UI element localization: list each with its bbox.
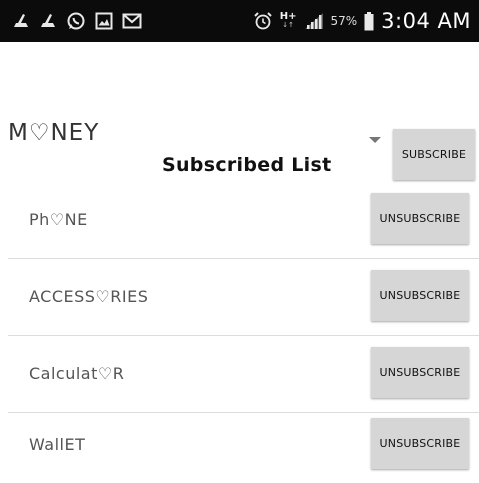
status-bar: H+ ↓↑ 57% 3:04 AM xyxy=(0,0,479,42)
unsubscribe-button[interactable]: UNSUBSCRIBE xyxy=(371,347,469,398)
list-title: Subscribed List xyxy=(162,154,332,176)
gallery-icon xyxy=(95,12,113,30)
list-item: WallET UNSUBSCRIBE xyxy=(0,406,479,483)
category-spinner-value: M♡NEY xyxy=(8,120,100,146)
list-item: Calculat♡R UNSUBSCRIBE xyxy=(0,335,479,412)
notification-sweep-icon xyxy=(12,12,30,30)
unsubscribe-button[interactable]: UNSUBSCRIBE xyxy=(371,193,469,244)
dropdown-triangle-icon[interactable] xyxy=(369,137,381,143)
network-type: H+ ↓↑ xyxy=(279,11,297,30)
unsubscribe-button[interactable]: UNSUBSCRIBE xyxy=(371,418,469,469)
notification-sweep-icon xyxy=(39,12,57,30)
list-item: ACCESS♡RIES UNSUBSCRIBE xyxy=(0,258,479,335)
unsubscribe-button[interactable]: UNSUBSCRIBE xyxy=(371,270,469,321)
system-icons: H+ ↓↑ 57% 3:04 AM xyxy=(253,9,471,33)
list-item-label: Calculat♡R xyxy=(29,364,125,383)
list-item-label: Ph♡NE xyxy=(29,210,88,229)
whatsapp-icon xyxy=(66,11,86,31)
gmail-icon xyxy=(122,13,142,29)
subscribe-button[interactable]: SUBSCRIBE xyxy=(393,129,475,180)
list-item: Ph♡NE UNSUBSCRIBE xyxy=(0,181,479,258)
list-item-label: WallET xyxy=(29,435,86,454)
signal-bars-icon xyxy=(304,12,324,30)
category-spinner[interactable]: M♡NEY xyxy=(8,120,99,146)
battery-percent: 57% xyxy=(330,14,358,28)
battery-icon xyxy=(364,11,374,31)
list-item-label: ACCESS♡RIES xyxy=(29,287,149,306)
alarm-icon xyxy=(253,11,273,31)
notification-icons xyxy=(12,11,142,31)
clock: 3:04 AM xyxy=(381,9,471,33)
